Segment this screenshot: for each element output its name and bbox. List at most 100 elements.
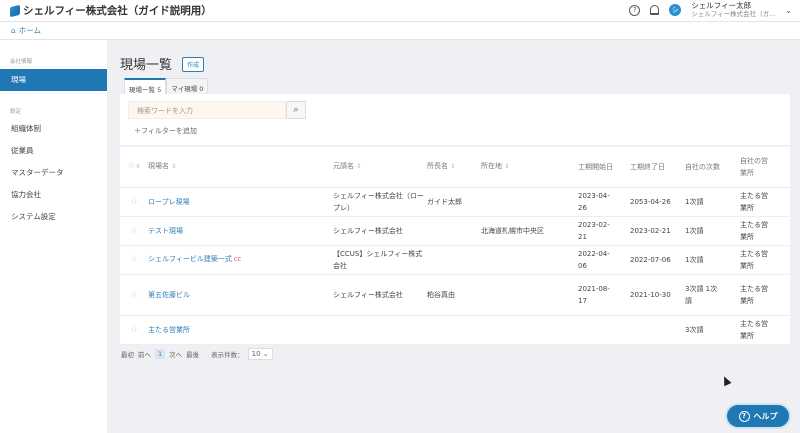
- prime-cell: [333, 315, 427, 345]
- office-cell: 主たる営業所: [740, 187, 790, 217]
- tier-cell: 1次請: [685, 245, 740, 275]
- create-button[interactable]: 作成: [182, 57, 205, 72]
- per-page-select[interactable]: 10 ⌄: [247, 348, 273, 360]
- page-next[interactable]: 次へ: [169, 349, 182, 359]
- location-cell: [481, 187, 578, 217]
- star-header-icon[interactable]: ☆⇕: [120, 147, 148, 188]
- sidebar-section-company: 会社情報: [10, 59, 33, 65]
- col-site-name[interactable]: 現場名 ⇕: [148, 147, 333, 188]
- start-cell: 2021-08-17: [578, 274, 630, 316]
- site-name-cell[interactable]: 主たる営業所: [148, 315, 333, 345]
- site-name-cell[interactable]: 第五佐藤ビル: [148, 274, 333, 316]
- avatar[interactable]: シ: [669, 4, 682, 16]
- site-name-cell[interactable]: ロープレ現場: [148, 187, 333, 217]
- tier-cell: 1次請: [685, 187, 740, 217]
- help-icon: ?: [738, 410, 750, 422]
- home-icon[interactable]: ⌂: [11, 26, 16, 35]
- office-cell: 主たる営業所: [740, 245, 790, 275]
- sites-table-panel: ☆⇕ 現場名 ⇕ 元請名 ⇕ 所長名 ⇕ 所在地 ⇕ 工期開始日 工期終了日 自…: [120, 147, 790, 345]
- prime-cell: 【CCUS】シェルフィー株式会社: [333, 245, 427, 275]
- col-chief[interactable]: 所長名 ⇕: [427, 147, 481, 188]
- prime-cell: シェルフィー株式会社（ロープレ）: [333, 187, 427, 217]
- location-cell: 北海道札幌市中央区: [481, 216, 578, 246]
- col-location[interactable]: 所在地 ⇕: [481, 147, 578, 188]
- star-icon[interactable]: ☆: [120, 315, 148, 345]
- star-icon[interactable]: ☆: [120, 245, 148, 275]
- site-name-cell[interactable]: テスト現場: [148, 216, 333, 246]
- office-cell: 主たる営業所: [740, 274, 790, 316]
- col-prime[interactable]: 元請名 ⇕: [333, 147, 427, 188]
- chevron-down-icon[interactable]: ⌄: [785, 6, 792, 15]
- table-row[interactable]: ☆ ロープレ現場 シェルフィー株式会社（ロープレ） ガイド太郎 2023-04-…: [120, 187, 790, 217]
- sidebar-item-partners[interactable]: 協力会社: [0, 184, 107, 206]
- col-office[interactable]: 自社の営業所: [740, 147, 790, 188]
- add-filter-label: フィルターを追加: [141, 127, 197, 135]
- star-icon[interactable]: ☆: [120, 187, 148, 217]
- logo-icon: [10, 4, 20, 17]
- col-end[interactable]: 工期終了日: [630, 147, 685, 188]
- office-cell: 主たる営業所: [740, 315, 790, 345]
- help-button[interactable]: ? ヘルプ: [727, 405, 789, 427]
- chief-cell: 粕谷真由: [427, 274, 481, 316]
- ccus-badge-icon: CC: [234, 257, 242, 263]
- chief-cell: ガイド太郎: [427, 187, 481, 217]
- start-cell: [578, 315, 630, 345]
- end-cell: 2023-02-21: [630, 216, 685, 246]
- help-icon[interactable]: ?: [629, 4, 641, 16]
- sidebar-item-master-data[interactable]: マスターデータ: [0, 162, 107, 184]
- search-icon[interactable]: ⌕: [286, 101, 306, 119]
- user-company: シェルフィー株式会社（ガ...: [691, 10, 776, 18]
- tier-cell: 3次請: [685, 315, 740, 345]
- table-row[interactable]: ☆ 主たる営業所 3次請 主たる営業所: [120, 315, 790, 345]
- col-tier[interactable]: 自社の次数: [685, 147, 740, 188]
- prime-cell: シェルフィー株式会社: [333, 216, 427, 246]
- search-input[interactable]: 検索ワードを入力: [128, 101, 286, 119]
- office-cell: 主たる営業所: [740, 216, 790, 246]
- site-name-link[interactable]: 主たる営業所: [148, 326, 190, 334]
- table-row[interactable]: ☆ 第五佐藤ビル シェルフィー株式会社 粕谷真由 2021-08-17 2021…: [120, 274, 790, 316]
- end-cell: [630, 315, 685, 345]
- tier-cell: 1次請: [685, 216, 740, 246]
- chief-cell: [427, 245, 481, 275]
- user-menu[interactable]: シェルフィー太郎 シェルフィー株式会社（ガ...: [691, 1, 776, 19]
- chief-cell: [427, 315, 481, 345]
- sidebar-item-sites[interactable]: 現場: [0, 69, 107, 91]
- bell-icon[interactable]: [650, 5, 660, 15]
- start-cell: 2023-02-21: [578, 216, 630, 246]
- chief-cell: [427, 216, 481, 246]
- star-icon[interactable]: ☆: [120, 216, 148, 246]
- site-name-link[interactable]: テスト現場: [148, 227, 183, 235]
- star-icon[interactable]: ☆: [120, 274, 148, 316]
- user-name: シェルフィー太郎: [691, 1, 752, 10]
- sites-table: ☆⇕ 現場名 ⇕ 元請名 ⇕ 所長名 ⇕ 所在地 ⇕ 工期開始日 工期終了日 自…: [120, 147, 790, 345]
- location-cell: [481, 245, 578, 275]
- start-cell: 2023-04-26: [578, 187, 630, 217]
- site-name-link[interactable]: シェルフィービル建築一式: [148, 255, 232, 263]
- sidebar-item-system-settings[interactable]: システム設定: [0, 206, 107, 228]
- end-cell: 2053-04-26: [630, 187, 685, 217]
- end-cell: 2021-10-30: [630, 274, 685, 316]
- tier-cell: 3次請 1次請: [685, 274, 740, 316]
- page-prev[interactable]: 前へ: [138, 349, 151, 359]
- col-start[interactable]: 工期開始日: [578, 147, 630, 188]
- breadcrumb-home[interactable]: ホーム: [19, 25, 41, 36]
- main-content: 現場一覧 作成 現場一覧 5 マイ現場 0 検索ワードを入力 ⌕ ＋フィルターを…: [107, 40, 800, 433]
- site-name-cell[interactable]: シェルフィービル建築一式 CC: [148, 245, 333, 275]
- page-last[interactable]: 最後: [186, 349, 199, 359]
- add-filter-button[interactable]: ＋フィルターを追加: [134, 126, 197, 136]
- location-cell: [481, 315, 578, 345]
- site-name-link[interactable]: 第五佐藤ビル: [148, 291, 190, 299]
- breadcrumb: ⌂ ホーム: [0, 22, 800, 40]
- sidebar-item-organization[interactable]: 組織体制: [0, 118, 107, 140]
- prime-cell: シェルフィー株式会社: [333, 274, 427, 316]
- page-current[interactable]: 1: [155, 349, 166, 359]
- table-row[interactable]: ☆ テスト現場 シェルフィー株式会社 北海道札幌市中央区 2023-02-21 …: [120, 216, 790, 246]
- page-first[interactable]: 最初: [121, 349, 134, 359]
- table-row[interactable]: ☆ シェルフィービル建築一式 CC 【CCUS】シェルフィー株式会社 2022-…: [120, 245, 790, 275]
- page-title: 現場一覧: [120, 58, 173, 73]
- app-header: シェルフィー株式会社（ガイド説明用） ? シ シェルフィー太郎 シェルフィー株式…: [0, 0, 800, 22]
- sidebar: 会社情報 現場 設定 組織体制 従業員 マスターデータ 協力会社 システム設定: [0, 40, 107, 433]
- per-page-label: 表示件数：: [211, 351, 244, 359]
- sidebar-item-employees[interactable]: 従業員: [0, 140, 107, 162]
- site-name-link[interactable]: ロープレ現場: [148, 198, 190, 206]
